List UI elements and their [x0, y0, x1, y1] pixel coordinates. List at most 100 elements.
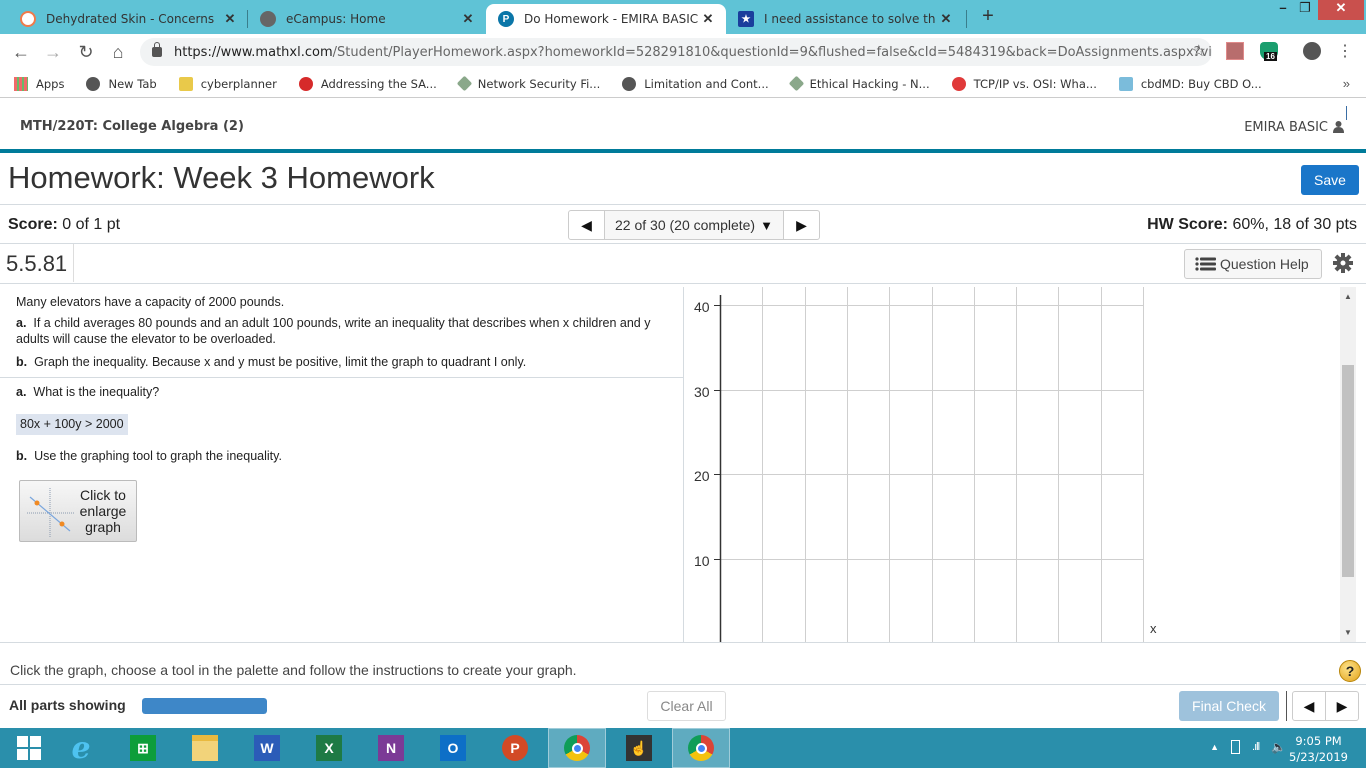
taskbar-touch-keyboard[interactable]: ☝	[610, 728, 668, 768]
taskbar-outlook[interactable]: O	[424, 728, 482, 768]
help-question-icon[interactable]: ?	[1339, 660, 1361, 682]
tab-ecampus[interactable]: eCampus: Home ✕	[248, 4, 486, 34]
course-title[interactable]: MTH/220T: College Algebra (2)	[20, 119, 244, 134]
internet-explorer-icon: e	[71, 730, 91, 766]
clear-all-button[interactable]: Clear All	[647, 691, 726, 721]
scrollbar-thumb[interactable]	[1342, 365, 1354, 577]
close-window-button[interactable]: ✕	[1318, 0, 1364, 20]
bookmark-star-icon[interactable]: ☆	[1192, 41, 1206, 61]
inequality-answer[interactable]: 80x + 100y > 2000	[16, 414, 128, 435]
save-button[interactable]: Save	[1301, 165, 1359, 195]
start-button[interactable]	[0, 728, 58, 768]
question-help-button[interactable]: Question Help	[1184, 249, 1322, 279]
scroll-up-arrow[interactable]: ▲	[1340, 292, 1356, 301]
url-text[interactable]: https://www.mathxl.com/Student/PlayerHom…	[174, 45, 1212, 60]
tab-close-icon[interactable]: ✕	[458, 11, 478, 27]
bookmark-new-tab[interactable]: New Tab	[86, 76, 157, 91]
question-part-b: b. Graph the inequality. Because x and y…	[16, 355, 527, 369]
taskbar-excel[interactable]: X	[300, 728, 358, 768]
extension-icon[interactable]: 16	[1260, 42, 1278, 61]
bookmark-cyberplanner[interactable]: cyberplanner	[178, 76, 277, 91]
windows-taskbar: e ⊞ W X N O P ☝ ▲ .ıll 🔈 9:05 PM 5/23/20…	[0, 728, 1366, 768]
scroll-down-arrow[interactable]: ▼	[1340, 628, 1356, 637]
restore-button[interactable]: ❐	[1290, 0, 1320, 20]
bookmark-addressing[interactable]: Addressing the SA...	[298, 76, 437, 91]
progress-fill	[142, 698, 267, 714]
bookmark-limitation[interactable]: Limitation and Cont...	[622, 76, 769, 91]
volume-icon[interactable]: 🔈	[1271, 740, 1286, 754]
forward-button[interactable]: →	[42, 41, 64, 63]
next-question-button[interactable]: ▶	[1325, 692, 1358, 720]
previous-question-button[interactable]: ◀	[569, 211, 604, 239]
profile-avatar-icon[interactable]	[1303, 42, 1321, 60]
tab-label: eCampus: Home	[286, 12, 386, 26]
show-hidden-icons-button[interactable]: ▲	[1210, 742, 1219, 752]
acrobat-extension-icon[interactable]	[1226, 42, 1244, 60]
previous-question-button[interactable]: ◀	[1293, 692, 1325, 720]
taskbar-chrome[interactable]	[548, 728, 606, 768]
outlook-icon: O	[440, 735, 466, 761]
graph-grid[interactable]	[684, 287, 1340, 642]
graph-scrollbar[interactable]: ▲ ▼	[1340, 287, 1356, 642]
tab-divider	[966, 10, 967, 28]
taskbar-store[interactable]: ⊞	[114, 728, 172, 768]
taskbar-onenote[interactable]: N	[362, 728, 420, 768]
taskbar-powerpoint[interactable]: P	[486, 728, 544, 768]
home-button[interactable]: ⌂	[107, 41, 129, 63]
reload-button[interactable]: ↻	[75, 41, 97, 63]
tab-label: Dehydrated Skin - Concerns	[46, 12, 215, 26]
new-tab-button[interactable]: +	[978, 5, 998, 28]
dehydrated-skin-favicon	[20, 11, 36, 27]
back-button[interactable]: ←	[10, 41, 32, 63]
excel-icon: X	[316, 735, 342, 761]
page-title: Homework: Week 3 Homework	[8, 160, 435, 195]
graph-canvas[interactable]: 40 30 20 10 x	[684, 287, 1340, 642]
globe-icon	[622, 76, 637, 91]
gear-icon[interactable]	[1333, 253, 1353, 273]
signal-icon[interactable]: .ıll	[1252, 741, 1260, 753]
divider	[0, 684, 1366, 685]
tab-close-icon[interactable]: ✕	[698, 11, 718, 27]
bookmark-tcpip[interactable]: TCP/IP vs. OSI: Wha...	[951, 76, 1097, 91]
question-navigator: ◀ 22 of 30 (20 complete) ▼ ▶	[568, 210, 820, 240]
tab-dehydrated-skin[interactable]: Dehydrated Skin - Concerns ✕	[8, 4, 248, 34]
browser-toolbar: ← → ↻ ⌂ https://www.mathxl.com/Student/P…	[0, 34, 1366, 70]
apps-grid-icon	[14, 76, 28, 91]
divider	[0, 204, 1366, 205]
chrome-menu-icon[interactable]: ⋮	[1334, 41, 1356, 63]
tab-need-assistance[interactable]: ★ I need assistance to solve the sys ✕	[726, 4, 964, 34]
question-panel: Many elevators have a capacity of 2000 p…	[0, 287, 684, 642]
windows-logo-icon	[17, 736, 41, 760]
taskbar-word[interactable]: W	[238, 728, 296, 768]
system-tray: ▲ .ıll 🔈	[1210, 740, 1286, 754]
battery-icon[interactable]	[1231, 740, 1241, 754]
user-name[interactable]: EMIRA BASIC	[1244, 120, 1328, 135]
bookmarks-overflow-button[interactable]: »	[1343, 76, 1350, 91]
taskbar-file-explorer[interactable]	[176, 728, 234, 768]
bookmark-apps[interactable]: Apps	[14, 76, 64, 91]
divider	[0, 243, 1366, 244]
cert-badge-icon	[456, 75, 473, 92]
taskbar-internet-explorer[interactable]: e	[52, 728, 110, 768]
tab-close-icon[interactable]: ✕	[936, 11, 956, 27]
next-question-button[interactable]: ▶	[784, 211, 819, 239]
bookmark-cbdmd[interactable]: cbdMD: Buy CBD O...	[1118, 76, 1262, 91]
taskbar-clock[interactable]: 9:05 PM 5/23/2019	[1289, 733, 1348, 765]
lock-icon	[152, 42, 162, 57]
taskbar-chrome[interactable]	[672, 728, 730, 768]
store-icon: ⊞	[130, 735, 156, 761]
extension-badge: 16	[1264, 52, 1277, 61]
tab-do-homework[interactable]: P Do Homework - EMIRA BASIC ✕	[486, 4, 726, 34]
enlarge-graph-button[interactable]: Click to enlarge graph	[19, 480, 137, 542]
bookmark-network-security[interactable]: Network Security Fi...	[456, 75, 600, 92]
tab-label: I need assistance to solve the sys	[764, 12, 936, 26]
address-bar[interactable]: https://www.mathxl.com/Student/PlayerHom…	[140, 38, 1212, 66]
question-selector-dropdown[interactable]: 22 of 30 (20 complete) ▼	[604, 211, 784, 239]
bookmark-ethical-hacking[interactable]: Ethical Hacking - N...	[788, 75, 930, 92]
course-header: MTH/220T: College Algebra (2) EMIRA BASI…	[0, 99, 1366, 153]
pearson-icon: P	[498, 11, 514, 27]
tab-close-icon[interactable]: ✕	[220, 11, 240, 27]
file-explorer-icon	[192, 735, 218, 761]
final-check-button[interactable]: Final Check	[1179, 691, 1279, 721]
globe-icon	[260, 11, 276, 27]
